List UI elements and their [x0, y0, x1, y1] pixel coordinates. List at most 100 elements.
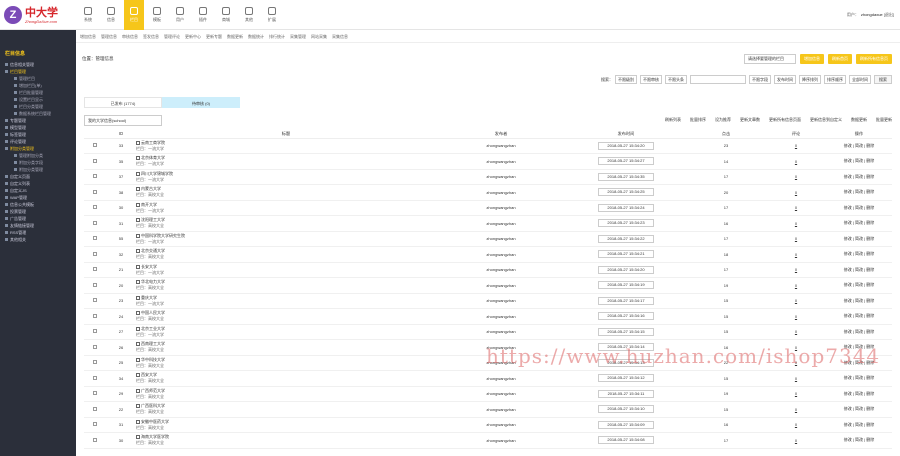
row-category[interactable]: 栏目：一流大学	[136, 332, 436, 338]
action-link-6[interactable]: 数据更新	[851, 117, 867, 123]
row-ops-links[interactable]: 修改 | 简改 | 删除	[844, 236, 875, 241]
row-date-input[interactable]: 2018-05-27 15:34:08	[598, 436, 654, 445]
subtab-11[interactable]: 网站采集	[311, 34, 327, 40]
row-category[interactable]: 栏目：高校大全	[136, 425, 436, 431]
row-date-input[interactable]: 2018-05-27 15:34:19	[598, 281, 654, 290]
row-checkbox[interactable]	[93, 236, 97, 241]
audit-select[interactable]: 不限审核	[640, 75, 662, 84]
action-link-4[interactable]: 更新所有信息页面	[769, 117, 801, 123]
row-checkbox[interactable]	[93, 329, 97, 334]
sidebar-item[interactable]: 设置栏目显示	[0, 96, 76, 103]
subtab-9[interactable]: 排行统计	[269, 34, 285, 40]
row-checkbox[interactable]	[93, 298, 97, 303]
row-ops-links[interactable]: 修改 | 简改 | 删除	[844, 158, 875, 163]
row-comments-link[interactable]: 0	[795, 438, 797, 443]
row-category[interactable]: 栏目：高校大全	[136, 223, 436, 229]
row-comments-link[interactable]: 0	[795, 283, 797, 288]
edit-icon[interactable]	[136, 326, 140, 331]
field-select[interactable]: 不限字段	[749, 75, 771, 84]
row-ops-links[interactable]: 修改 | 简改 | 删除	[844, 375, 875, 380]
edit-icon[interactable]	[136, 187, 140, 192]
row-date-input[interactable]: 2018-05-27 15:34:12	[598, 374, 654, 383]
action-link-2[interactable]: 设为推荐	[715, 117, 731, 123]
col-author[interactable]: 发布者	[436, 130, 566, 139]
action-link-5[interactable]: 更新信息到自定义	[810, 117, 842, 123]
edit-icon[interactable]	[136, 280, 140, 285]
logo[interactable]: Z 中大学 ZhongDaXue.com	[0, 0, 76, 30]
row-date-input[interactable]: 2018-05-27 15:34:27	[598, 157, 654, 166]
row-category[interactable]: 栏目：高校大全	[136, 316, 436, 322]
row-checkbox[interactable]	[93, 422, 97, 427]
edit-icon[interactable]	[136, 140, 140, 145]
row-ops-links[interactable]: 修改 | 简改 | 删除	[844, 391, 875, 396]
keyword-input[interactable]	[690, 75, 746, 84]
col-title[interactable]: 标题	[136, 130, 436, 139]
row-checkbox[interactable]	[93, 174, 97, 179]
row-checkbox[interactable]	[93, 375, 97, 380]
sidebar-item[interactable]: 评论管理	[0, 138, 76, 145]
sort-order-select[interactable]: 降序排列	[799, 75, 821, 84]
row-ops-links[interactable]: 修改 | 简改 | 删除	[844, 251, 875, 256]
sidebar-item[interactable]: 附加分类管理	[0, 145, 76, 152]
row-ops-links[interactable]: 修改 | 简改 | 删除	[844, 360, 875, 365]
row-category[interactable]: 栏目：一流大学	[136, 208, 436, 214]
row-checkbox[interactable]	[93, 437, 97, 442]
sidebar-item[interactable]: 自定义页面	[0, 173, 76, 180]
subtab-6[interactable]: 更新专题	[206, 34, 222, 40]
add-info-button[interactable]: 增加信息	[800, 54, 824, 64]
search-button[interactable]: 搜索	[874, 75, 892, 84]
row-title[interactable]: 云南工商学院	[141, 140, 165, 146]
row-category[interactable]: 栏目：高校大全	[136, 440, 436, 446]
row-date-input[interactable]: 2018-05-27 15:34:09	[598, 420, 654, 429]
topnav-item-4[interactable]: 用户	[170, 0, 190, 30]
row-category[interactable]: 栏目：高校大全	[136, 285, 436, 291]
row-ops-links[interactable]: 修改 | 简改 | 删除	[844, 313, 875, 318]
row-category[interactable]: 栏目：一流大学	[136, 177, 436, 183]
row-date-input[interactable]: 2018-05-27 15:34:23	[598, 219, 654, 228]
row-comments-link[interactable]: 0	[795, 360, 797, 365]
tab-published[interactable]: 已发布 (1774)	[84, 97, 162, 108]
row-category[interactable]: 栏目：高校大全	[136, 254, 436, 260]
edit-icon[interactable]	[136, 218, 140, 223]
row-title[interactable]: 重庆大学	[141, 295, 157, 301]
row-comments-link[interactable]: 0	[795, 159, 797, 164]
action-link-7[interactable]: 批量更新	[876, 117, 892, 123]
row-date-input[interactable]: 2018-05-27 15:34:20	[598, 141, 654, 150]
refresh-home-button[interactable]: 刷新首页	[828, 54, 852, 64]
row-ops-links[interactable]: 修改 | 简改 | 删除	[844, 422, 875, 427]
row-checkbox[interactable]	[93, 267, 97, 272]
row-date-input[interactable]: 2018-05-27 15:34:17	[598, 296, 654, 305]
edit-icon[interactable]	[136, 419, 140, 424]
row-checkbox[interactable]	[93, 251, 97, 256]
row-checkbox[interactable]	[93, 313, 97, 318]
subtab-3[interactable]: 签发信息	[143, 34, 159, 40]
sidebar-item[interactable]: 自定义JS	[0, 187, 76, 194]
time-select[interactable]: 全部时间	[849, 75, 871, 84]
sort-type-select[interactable]: 排序顺序	[824, 75, 846, 84]
row-date-input[interactable]: 2018-05-27 15:34:22	[598, 234, 654, 243]
row-date-input[interactable]: 2018-05-27 15:34:15	[598, 327, 654, 336]
row-checkbox[interactable]	[93, 344, 97, 349]
sort-field-select[interactable]: 发布时间	[774, 75, 796, 84]
topnav-item-6[interactable]: 商城	[216, 0, 236, 30]
row-ops-links[interactable]: 修改 | 简改 | 删除	[844, 220, 875, 225]
row-checkbox[interactable]	[93, 282, 97, 287]
edit-icon[interactable]	[136, 357, 140, 362]
row-category[interactable]: 栏目：高校大全	[136, 363, 436, 369]
row-ops-links[interactable]: 修改 | 简改 | 删除	[844, 174, 875, 179]
row-comments-link[interactable]: 0	[795, 314, 797, 319]
row-category[interactable]: 栏目：高校大全	[136, 409, 436, 415]
row-checkbox[interactable]	[93, 158, 97, 163]
col-date[interactable]: 发布时间	[566, 130, 686, 139]
edit-icon[interactable]	[136, 373, 140, 378]
row-ops-links[interactable]: 修改 | 简改 | 删除	[844, 344, 875, 349]
column-select[interactable]: 请选择要管理的栏目	[744, 54, 796, 64]
row-comments-link[interactable]: 0	[795, 190, 797, 195]
row-comments-link[interactable]: 0	[795, 267, 797, 272]
row-ops-links[interactable]: 修改 | 简改 | 删除	[844, 406, 875, 411]
row-date-input[interactable]: 2018-05-27 15:34:14	[598, 343, 654, 352]
row-title[interactable]: 中国科学院大学研究生院	[141, 233, 185, 239]
edit-icon[interactable]	[136, 233, 140, 238]
sidebar-item[interactable]: RSS管理	[0, 229, 76, 236]
row-comments-link[interactable]: 0	[795, 205, 797, 210]
